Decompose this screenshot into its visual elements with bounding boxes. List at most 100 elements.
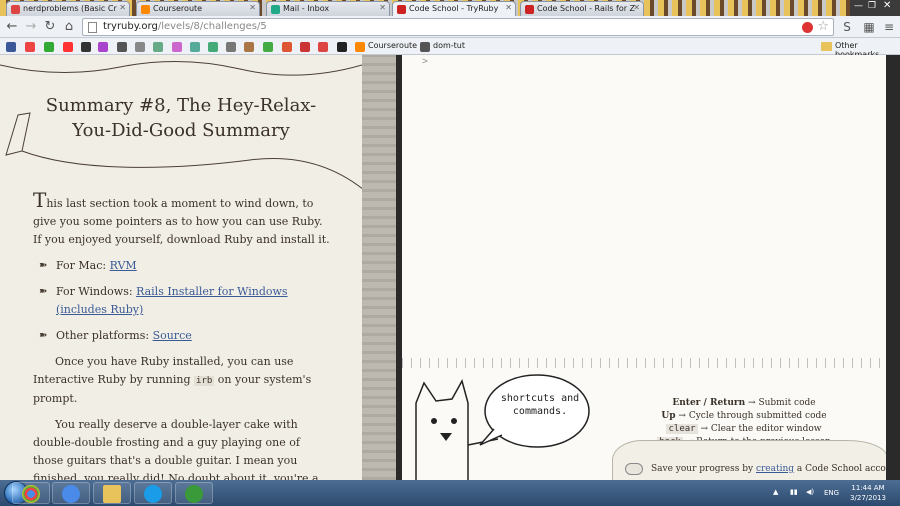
close-icon[interactable]: ✕ <box>505 3 512 12</box>
url-host: tryruby.org <box>103 21 158 32</box>
folder-icon <box>821 42 832 51</box>
tab-nerdproblems[interactable]: nerdproblems (Basic Cr ✕ <box>6 1 130 16</box>
title-line-1: Summary #8, The Hey-Relax- <box>45 95 317 116</box>
bookmark-icon[interactable] <box>208 42 218 52</box>
lesson-panel: Summary #8, The Hey-Relax- You-Did-Good … <box>0 55 362 480</box>
extension-grid-icon[interactable]: ▦ <box>862 20 876 34</box>
address-bar[interactable]: tryruby.org/levels/8/challenges/5 ☆ <box>82 18 834 36</box>
bookmark-icon[interactable] <box>244 42 254 52</box>
tab-label: Mail - Inbox <box>283 4 330 13</box>
bookmark-icon[interactable] <box>25 42 35 52</box>
favicon-icon <box>141 5 150 14</box>
bookmark-icon[interactable] <box>44 42 54 52</box>
up-desc: Cycle through submitted code <box>688 411 827 421</box>
bookmark-courseroute[interactable]: Courseroute <box>368 41 417 50</box>
editor-panel[interactable]: > shortcuts and commands. Enter / Return… <box>402 55 900 480</box>
itunes-icon <box>62 485 80 503</box>
window-close-icon[interactable]: ✕ <box>883 0 891 11</box>
panel-divider[interactable] <box>362 55 400 480</box>
gmail-icon <box>271 5 280 14</box>
bookmark-star-icon[interactable]: ☆ <box>817 19 829 34</box>
browser-toolbar: ← → ↻ ⌂ tryruby.org/levels/8/challenges/… <box>0 16 900 38</box>
rvm-link[interactable]: RVM <box>110 259 137 272</box>
bullet-arrow-icon: ➽ <box>39 330 48 341</box>
bullet-arrow-icon: ➽ <box>39 260 48 271</box>
cat-mascot-icon <box>415 374 590 480</box>
bookmark-icon[interactable] <box>117 42 127 52</box>
drop-cap: T <box>33 188 47 212</box>
clear-key: clear <box>666 424 698 434</box>
bookmark-icon[interactable] <box>81 42 91 52</box>
menu-icon[interactable]: ≡ <box>882 20 896 34</box>
source-link[interactable]: Source <box>153 329 192 342</box>
minimize-icon[interactable]: — <box>854 1 863 11</box>
tray-arrow-icon[interactable]: ▲ <box>773 488 778 496</box>
windows-label: For Windows: <box>56 285 137 298</box>
facebook-icon[interactable] <box>6 42 16 52</box>
extension-icon[interactable] <box>802 22 813 33</box>
window-controls: — ❐ ✕ <box>850 0 900 16</box>
forward-arrow-icon[interactable]: → <box>23 19 39 35</box>
tab-strip: nerdproblems (Basic Cr ✕ Courseroute ✕ M… <box>0 0 900 16</box>
help-up: Up → Cycle through submitted code <box>661 411 827 421</box>
bookmark-icon[interactable] <box>172 42 182 52</box>
clock-time: 11:44 AM <box>851 484 885 492</box>
bookmark-icon[interactable] <box>300 42 310 52</box>
dom-tut-icon <box>420 42 430 52</box>
close-icon[interactable]: ✕ <box>633 3 640 12</box>
taskbar-itunes[interactable] <box>52 482 90 504</box>
bookmark-icon[interactable] <box>263 42 273 52</box>
scrollbar-edge <box>886 55 900 480</box>
back-arrow-icon[interactable]: ← <box>4 19 20 35</box>
tab-mail[interactable]: Mail - Inbox ✕ <box>266 1 390 16</box>
mac-label: For Mac: <box>56 259 110 272</box>
save-progress-text: Save your progress by creating a Code Sc… <box>651 464 900 474</box>
bookmark-icon[interactable] <box>337 42 347 52</box>
close-icon[interactable]: ✕ <box>379 3 386 12</box>
shortcuts-bubble: shortcuts and commands. <box>500 393 580 417</box>
volume-icon[interactable]: ◀) <box>806 488 814 496</box>
favicon-icon <box>11 5 20 14</box>
bookmark-icon[interactable] <box>153 42 163 52</box>
reload-icon[interactable]: ↻ <box>42 19 58 35</box>
language-indicator[interactable]: ENG <box>824 489 839 497</box>
taskbar-utorrent[interactable] <box>175 482 213 504</box>
bullet-arrow-icon: ➽ <box>39 286 48 297</box>
bookmark-icon[interactable] <box>226 42 236 52</box>
system-clock[interactable]: 11:44 AM 3/27/2013 <box>843 483 893 503</box>
folder-icon <box>103 485 121 503</box>
intro-text: his last section took a moment to wind d… <box>33 197 330 246</box>
url-path: /levels/8/challenges/5 <box>157 21 267 32</box>
extension-s-icon[interactable]: S <box>840 20 854 34</box>
close-icon[interactable]: ✕ <box>249 3 256 12</box>
taskbar-skype[interactable] <box>134 482 172 504</box>
close-icon[interactable]: ✕ <box>119 3 126 12</box>
title-line-2: You-Did-Good Summary <box>72 120 290 141</box>
bookmark-dom-tut[interactable]: dom-tut <box>433 41 465 50</box>
bookmarks-bar: Courseroute dom-tut Other bookmarks <box>0 38 900 59</box>
console-prompt[interactable]: > <box>422 56 428 67</box>
list-item-mac: ➽ For Mac: RVM <box>33 257 333 275</box>
irb-paragraph: Once you have Ruby installed, you can us… <box>33 353 333 408</box>
bookmark-icon[interactable] <box>98 42 108 52</box>
signal-icon[interactable]: ▮▮ <box>790 488 798 496</box>
tab-courseroute[interactable]: Courseroute ✕ <box>136 1 260 16</box>
maximize-icon[interactable]: ❐ <box>868 1 876 11</box>
bookmark-icon[interactable] <box>135 42 145 52</box>
taskbar-chrome[interactable] <box>12 482 50 504</box>
tab-label: Courseroute <box>153 4 203 13</box>
tab-label: nerdproblems (Basic Cr <box>23 4 117 13</box>
utorrent-icon <box>185 485 203 503</box>
tab-rails-for-zombies[interactable]: Code School - Rails for Z ✕ <box>520 1 644 16</box>
taskbar-explorer[interactable] <box>93 482 131 504</box>
bookmark-icon[interactable] <box>318 42 328 52</box>
tab-tryruby[interactable]: Code School - TryRuby ✕ <box>392 1 516 16</box>
home-icon[interactable]: ⌂ <box>61 19 77 35</box>
bookmark-icon[interactable] <box>63 42 73 52</box>
creating-link[interactable]: creating <box>756 464 794 474</box>
bookmark-icon[interactable] <box>282 42 292 52</box>
windows-taskbar: ▲ ▮▮ ◀) ENG 11:44 AM 3/27/2013 <box>0 480 900 506</box>
bookmark-icon[interactable] <box>190 42 200 52</box>
lesson-title: Summary #8, The Hey-Relax- You-Did-Good … <box>0 93 362 143</box>
lesson-body: This last section took a moment to wind … <box>33 190 333 480</box>
